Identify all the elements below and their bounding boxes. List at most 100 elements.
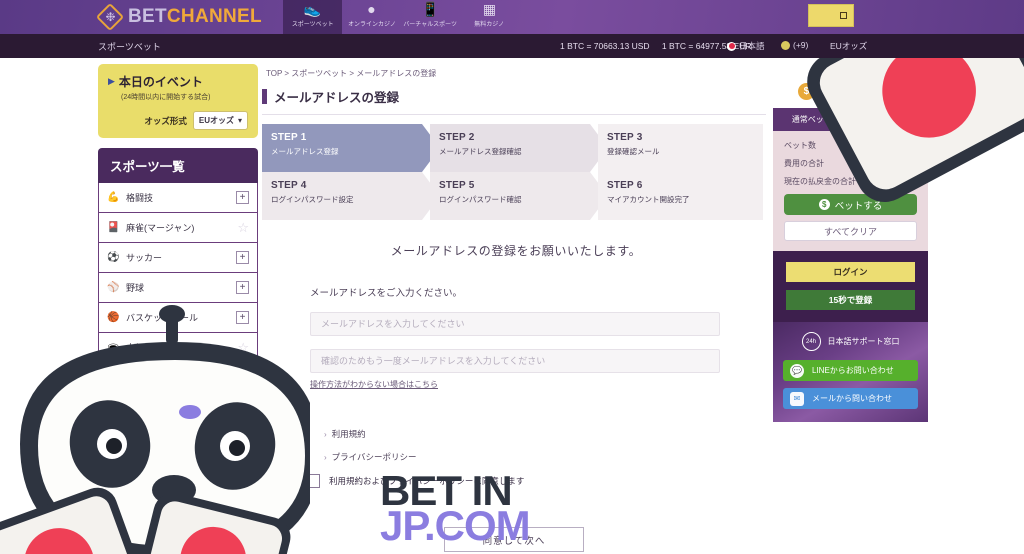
sport-label: 野球 [126, 283, 145, 293]
hockey-icon: 🏒 [107, 402, 120, 413]
support-header: 24h 日本語サポート窓口 [783, 332, 918, 351]
line-contact-button[interactable]: 💬 LINEからお問い合わせ [783, 360, 918, 381]
signup-button[interactable]: 15秒で登録 [786, 290, 915, 310]
agree-row[interactable]: 利用規約およびプライバシーポリシーに同意します [306, 474, 770, 488]
line-icon: 💬 [790, 363, 804, 378]
currency-option-btc[interactable]: ₿ BTC [856, 83, 903, 100]
square-icon [840, 12, 847, 19]
odds-format-row: オッズ形式 EUオッズ ▾ [108, 111, 248, 130]
submit-next-button[interactable]: 同意して次へ [444, 527, 584, 552]
sport-label: サッカー [126, 253, 163, 263]
favorite-star-icon[interactable]: ☆ [237, 221, 249, 234]
sports-list-header: スポーツ一覧 [98, 148, 258, 183]
sidebar-item-mahjong[interactable]: 🎴 麻雀(マージャン) ☆ [98, 213, 258, 243]
site-header: ❉ BETCHANNEL 👟 スポーツベット ● オンラインカジノ 📱 バーチャ… [0, 0, 1024, 34]
terms-of-use-link[interactable]: › 利用規約 [324, 428, 770, 440]
agree-checkbox[interactable] [306, 474, 320, 488]
today-events-box: ▶ 本日のイベント (24時間以内に開始する試合) オッズ形式 EUオッズ ▾ [98, 64, 258, 138]
odds-format-value: EUオッズ [198, 116, 234, 125]
timezone-selector[interactable]: (+9) [781, 40, 808, 50]
summary-row-payout: 現在の払戻金の合計 [784, 176, 917, 187]
sidebar-item-12[interactable]: + [98, 513, 258, 543]
favorite-star-icon[interactable]: ☆ [237, 431, 249, 444]
today-events-subtitle: (24時間以内に開始する試合) [121, 94, 211, 101]
help-link[interactable]: 操作方法がわからない場合はこちら [310, 379, 770, 390]
sidebar-item-nfl[interactable]: 🏈 アメフト (NFL) ☆ [98, 363, 258, 393]
odds-format-dropdown[interactable]: EUオッズ ▾ [192, 111, 248, 130]
privacy-link-label: プライバシーポリシー [331, 452, 417, 462]
privacy-policy-link[interactable]: › プライバシーポリシー [324, 451, 770, 463]
nav-label: バーチャルスポーツ [403, 21, 458, 28]
triangle-right-icon: ▶ [108, 76, 115, 86]
odds-format-label: オッズ形式 [144, 115, 187, 126]
sidebar-item-9[interactable]: ☆ [98, 423, 258, 453]
summary-label: 現在の払戻金の合計 [784, 177, 856, 186]
nav-tab-sports-bet[interactable]: 👟 スポーツベット [283, 0, 342, 34]
clear-all-button[interactable]: すべてクリア [784, 221, 917, 241]
step-number: STEP 4 [271, 180, 307, 191]
odds-format-selector[interactable]: EUオッズ [830, 40, 867, 52]
place-bet-button[interactable]: $ ベットする [784, 194, 917, 215]
title-accent-bar [262, 89, 267, 104]
place-bet-label: ベットする [834, 200, 883, 212]
favorite-star-icon[interactable]: ☆ [237, 371, 249, 384]
tab-multi-bet[interactable]: マルチベット [850, 108, 928, 131]
nav-label: オンラインカジノ [347, 21, 396, 28]
slot-machine-icon: ▦ [482, 1, 497, 17]
nav-tab-free-casino[interactable]: ▦ 無料カジノ [460, 0, 519, 34]
favorite-star-icon[interactable]: ☆ [237, 341, 249, 354]
step-row-top: STEP 1 メールアドレス登録 STEP 2 メールアドレス登録確認 STEP… [262, 124, 770, 172]
breadcrumb[interactable]: TOP > スポーツベット > メールアドレスの登録 [262, 62, 770, 79]
sport-label: アメフト (NFL) [126, 373, 188, 383]
sidebar-item-nhl[interactable]: 🏒 アイスホッケー (NHL) ☆ [98, 393, 258, 423]
expand-plus-icon[interactable]: + [236, 311, 249, 324]
envelope-icon: ✉ [790, 391, 804, 406]
expand-plus-icon[interactable]: + [236, 491, 249, 504]
mail-contact-button[interactable]: ✉ メールから問い合わせ [783, 388, 918, 409]
sidebar-item-soccer[interactable]: ⚽ サッカー + [98, 243, 258, 273]
email-confirm-input[interactable]: 確認のためもう一度メールアドレスを入力してください [310, 349, 720, 373]
tab-single-bet[interactable]: 通常ベット [773, 108, 851, 131]
chevron-right-icon: › [324, 453, 327, 462]
sidebar-item-10[interactable]: ☆ [98, 453, 258, 483]
sidebar-item-kakutougi[interactable]: 💪 格闘技 + [98, 183, 258, 213]
sports-list: 💪 格闘技 + 🎴 麻雀(マージャン) ☆ ⚽ サッカー + ⚾ 野球 + 🏀 [98, 183, 258, 543]
expand-plus-icon[interactable]: + [236, 521, 249, 534]
timezone-label: (+9) [793, 40, 809, 50]
sport-label: 大相撲 [126, 343, 154, 353]
sidebar-item-basketball[interactable]: 🏀 バスケットボール + [98, 303, 258, 333]
step-desc: ログインパスワード設定 [271, 195, 354, 204]
sidebar-item-baseball[interactable]: ⚾ 野球 + [98, 273, 258, 303]
language-selector[interactable]: 日本語 [727, 40, 765, 52]
baseball-icon: ⚾ [107, 282, 120, 293]
nav-label: スポーツベット [291, 21, 334, 28]
logo-text-bet: BET [128, 6, 167, 27]
header-action-button[interactable] [808, 4, 854, 27]
step-desc: 登録確認メール [607, 147, 660, 156]
currency-option-usd[interactable]: $ USD [797, 83, 845, 100]
email-input[interactable]: メールアドレスを入力してください [310, 312, 720, 336]
nav-tab-online-casino[interactable]: ● オンラインカジノ [342, 0, 401, 34]
chevron-right-icon: › [324, 430, 327, 439]
sport-label: 選挙 [126, 493, 145, 503]
favorite-star-icon[interactable]: ☆ [237, 401, 249, 414]
site-logo[interactable]: ❉ BETCHANNEL [95, 2, 262, 32]
login-button[interactable]: ログイン [786, 262, 915, 282]
sidebar-item-politics[interactable]: 選挙 + [98, 483, 258, 513]
logo-text: BETCHANNEL [128, 6, 262, 28]
step-row-bottom: STEP 4 ログインパスワード設定 STEP 5 ログインパスワード確認 ST… [262, 172, 770, 220]
expand-plus-icon[interactable]: + [236, 251, 249, 264]
expand-plus-icon[interactable]: + [236, 281, 249, 294]
favorite-star-icon[interactable]: ☆ [237, 461, 249, 474]
summary-value: 0 [912, 140, 917, 149]
terms-links: › 利用規約 › プライバシーポリシー [324, 428, 770, 463]
sidebar-item-sumo[interactable]: 🕳 大相撲 ☆ [98, 333, 258, 363]
terms-link-label: 利用規約 [331, 429, 366, 439]
sub-header-bar: スポーツベット 1 BTC = 70663.13 USD 1 BTC = 649… [0, 34, 1024, 58]
sport-label: バスケットボール [126, 313, 199, 323]
step-number: STEP 2 [439, 132, 475, 143]
nav-tab-virtual-sports[interactable]: 📱 バーチャルスポーツ [401, 0, 460, 34]
step-number: STEP 1 [271, 132, 307, 143]
agree-label: 利用規約およびプライバシーポリシーに同意します [329, 476, 525, 486]
expand-plus-icon[interactable]: + [236, 191, 249, 204]
